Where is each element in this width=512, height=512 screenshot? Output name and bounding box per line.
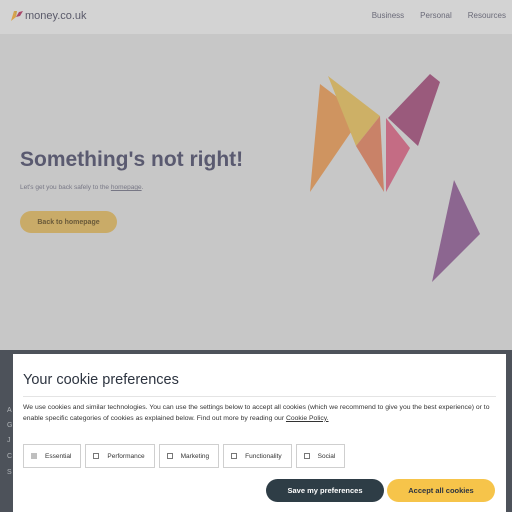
footer-link[interactable]: C xyxy=(7,453,12,460)
site-header: money.co.uk Business Personal Resources xyxy=(0,0,512,34)
checkbox-essential[interactable] xyxy=(31,453,37,459)
accept-all-cookies-button[interactable]: Accept all cookies xyxy=(387,479,495,502)
main-nav: Business Personal Resources xyxy=(356,11,506,20)
butterfly-illustration xyxy=(310,74,480,282)
nav-resources[interactable]: Resources xyxy=(468,11,506,20)
nav-business[interactable]: Business xyxy=(372,11,404,20)
footer-link[interactable]: A xyxy=(7,407,12,414)
option-label: Social xyxy=(317,452,336,460)
save-preferences-button[interactable]: Save my preferences xyxy=(266,479,384,502)
cookie-policy-link[interactable]: Cookie Policy. xyxy=(286,415,329,422)
cookie-description: We use cookies and similar technologies.… xyxy=(23,403,497,424)
checkbox-performance[interactable] xyxy=(93,453,100,459)
subtitle-period: . xyxy=(141,184,144,191)
footer-link[interactable]: G xyxy=(7,422,12,429)
option-label: Functionality xyxy=(245,452,282,460)
nav-personal[interactable]: Personal xyxy=(420,11,452,20)
checkbox-functionality[interactable] xyxy=(231,453,238,459)
checkbox-marketing[interactable] xyxy=(166,453,173,459)
cookie-option-functionality[interactable]: Functionality xyxy=(223,444,292,468)
checkbox-social[interactable] xyxy=(303,453,310,459)
homepage-link[interactable]: homepage xyxy=(111,184,142,191)
back-to-homepage-button[interactable]: Back to homepage xyxy=(20,211,117,233)
logo-mark-icon xyxy=(11,11,23,21)
footer-link[interactable]: S xyxy=(7,469,12,476)
cookie-dialog-title: Your cookie preferences xyxy=(23,372,179,388)
cookie-option-social[interactable]: Social xyxy=(295,444,346,468)
option-label: Marketing xyxy=(180,452,210,460)
cookie-option-performance[interactable]: Performance xyxy=(85,444,155,468)
option-label: Essential xyxy=(45,452,72,460)
cookie-preferences-dialog: Your cookie preferences We use cookies a… xyxy=(13,354,506,512)
divider xyxy=(23,396,496,397)
cookie-category-options: Essential Performance Marketing Function… xyxy=(23,444,346,468)
subtitle-text: Let's get you back safely to the xyxy=(20,184,111,191)
page-subtitle: Let's get you back safely to the homepag… xyxy=(20,184,143,191)
cookie-option-marketing[interactable]: Marketing xyxy=(158,444,220,468)
cookie-option-essential[interactable]: Essential xyxy=(23,444,82,468)
footer-link[interactable]: J xyxy=(7,437,11,444)
logo-text: money.co.uk xyxy=(25,10,87,22)
page-title: Something's not right! xyxy=(20,148,244,171)
brand-logo[interactable]: money.co.uk xyxy=(11,10,87,22)
cookie-description-text: We use cookies and similar technologies.… xyxy=(23,404,490,422)
option-label: Performance xyxy=(107,452,145,460)
